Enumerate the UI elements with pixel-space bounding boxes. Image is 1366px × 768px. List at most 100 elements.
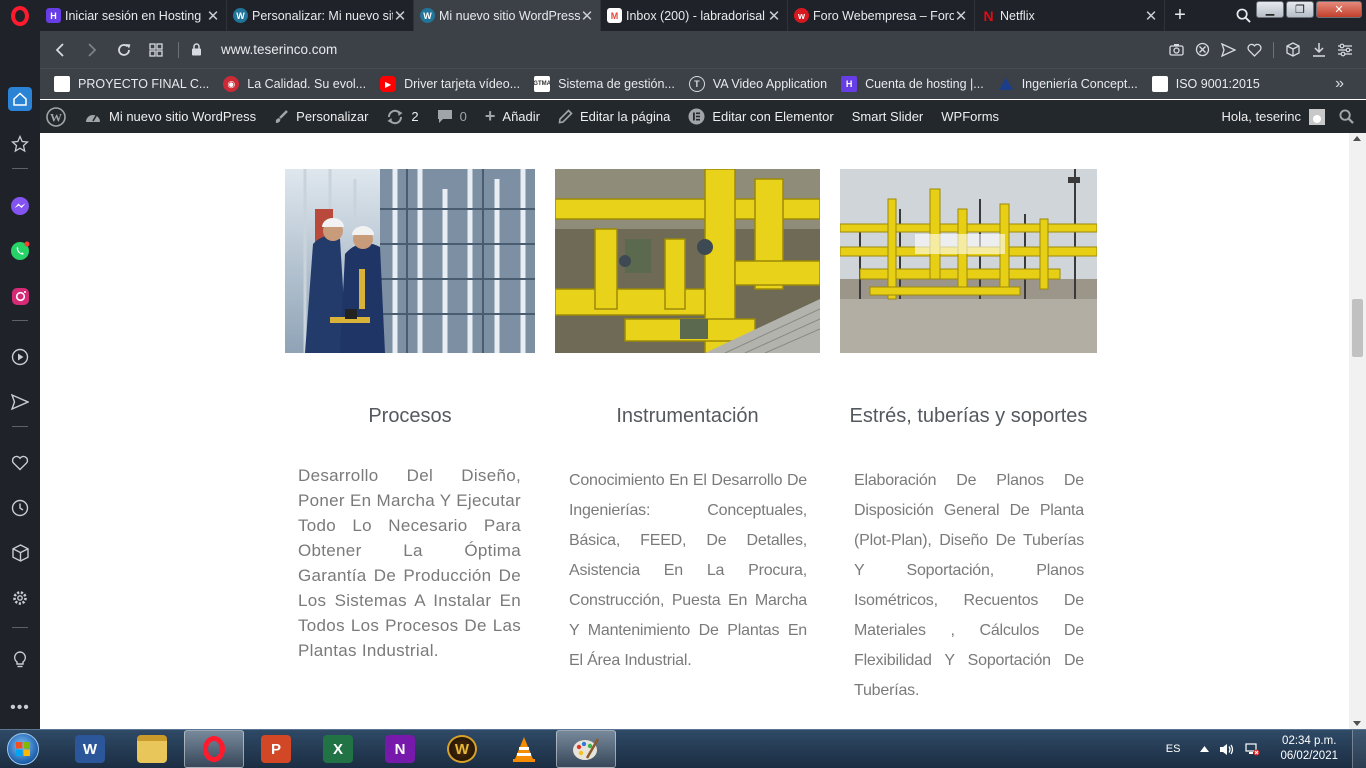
close-tab-icon[interactable]: ✕ bbox=[206, 7, 220, 25]
separator bbox=[12, 627, 28, 628]
history-clock-icon[interactable] bbox=[8, 496, 32, 520]
close-tab-icon[interactable]: ✕ bbox=[954, 7, 968, 25]
lock-icon[interactable] bbox=[189, 43, 203, 56]
customize-label: Personalizar bbox=[296, 109, 369, 124]
tab-mi-nuevo-sitio[interactable]: W Mi nuevo sitio WordPress ✕ bbox=[414, 0, 601, 31]
lightbulb-icon[interactable] bbox=[8, 648, 32, 672]
excel-icon[interactable]: X bbox=[308, 730, 368, 768]
snapshot-camera-icon[interactable] bbox=[1165, 39, 1187, 61]
bookmark-item[interactable]: GTMA Sistema de gestión... bbox=[533, 76, 675, 92]
bookmark-item[interactable]: ◉ La Calidad. Su evol... bbox=[223, 76, 366, 92]
paint-icon[interactable] bbox=[556, 730, 616, 768]
updates-icon bbox=[386, 109, 404, 125]
bookmarks-heart-icon[interactable] bbox=[8, 451, 32, 475]
wp-site-name[interactable]: Mi nuevo sitio WordPress bbox=[75, 100, 265, 133]
wp-updates[interactable]: 2 bbox=[377, 100, 427, 133]
tab-foro-webempresa[interactable]: w Foro Webempresa – Foro ✕ bbox=[788, 0, 975, 31]
start-button[interactable] bbox=[0, 730, 46, 768]
bookmark-item[interactable]: H Cuenta de hosting |... bbox=[841, 76, 984, 92]
home-icon[interactable] bbox=[8, 87, 32, 111]
bookmarks-more-button[interactable]: » bbox=[1335, 75, 1344, 93]
wp-smart-slider[interactable]: Smart Slider bbox=[843, 100, 933, 133]
wp-my-account[interactable]: Hola, teserinc bbox=[1213, 100, 1339, 133]
instagram-icon[interactable] bbox=[8, 284, 32, 308]
send-to-flow-icon[interactable] bbox=[1217, 39, 1239, 61]
reload-button[interactable] bbox=[108, 31, 140, 68]
messenger-icon[interactable] bbox=[8, 194, 32, 218]
show-desktop-button[interactable] bbox=[1352, 730, 1366, 768]
easy-setup-icon[interactable] bbox=[1334, 39, 1356, 61]
player-icon[interactable] bbox=[8, 345, 32, 369]
word-icon[interactable]: W bbox=[60, 730, 120, 768]
close-tab-icon[interactable]: ✕ bbox=[1144, 7, 1158, 25]
close-tab-icon[interactable]: ✕ bbox=[767, 7, 781, 25]
bookmark-heart-icon[interactable] bbox=[1243, 39, 1265, 61]
page-icon bbox=[54, 76, 70, 92]
scroll-up-arrow-icon[interactable] bbox=[1353, 136, 1361, 141]
wp-wpforms[interactable]: WPForms bbox=[932, 100, 1008, 133]
language-indicator[interactable]: ES bbox=[1166, 743, 1181, 755]
restore-button[interactable]: ❐ bbox=[1286, 1, 1314, 18]
file-explorer-icon[interactable] bbox=[122, 730, 182, 768]
close-window-button[interactable]: ✕ bbox=[1316, 1, 1362, 18]
wp-edit-elementor[interactable]: Editar con Elementor bbox=[679, 100, 842, 133]
scrollbar-thumb[interactable] bbox=[1352, 299, 1363, 357]
speed-dial-button[interactable] bbox=[140, 31, 172, 68]
wp-logo-menu[interactable]: W bbox=[40, 100, 75, 133]
extensions-cube-icon[interactable] bbox=[1282, 39, 1304, 61]
opera-menu-button[interactable] bbox=[0, 0, 40, 31]
tab-netflix[interactable]: N Netflix ✕ bbox=[975, 0, 1165, 31]
svg-text:W: W bbox=[50, 110, 62, 124]
bookmark-item[interactable]: ▶ Driver tarjeta vídeo... bbox=[380, 76, 520, 92]
page-icon bbox=[1151, 76, 1168, 92]
elementor-icon bbox=[688, 108, 705, 125]
wp-search[interactable] bbox=[1339, 100, 1366, 133]
tab-personalizar[interactable]: W Personalizar: Mi nuevo sitio ✕ bbox=[227, 0, 414, 31]
scroll-down-arrow-icon[interactable] bbox=[1353, 721, 1361, 726]
bookmarks-bar: PROYECTO FINAL C... ◉ La Calidad. Su evo… bbox=[40, 68, 1366, 99]
whatsapp-icon[interactable] bbox=[8, 239, 32, 263]
volume-icon[interactable] bbox=[1219, 743, 1234, 756]
tab-search-icon[interactable] bbox=[1230, 0, 1256, 31]
bookmark-label: Driver tarjeta vídeo... bbox=[404, 77, 521, 91]
extensions-cube-icon[interactable] bbox=[8, 541, 32, 565]
bookmark-item[interactable]: Ingeniería Concept... bbox=[998, 76, 1138, 92]
url-field[interactable]: www.teserinco.com bbox=[221, 42, 1165, 57]
dashboard-icon bbox=[84, 110, 102, 124]
onenote-icon[interactable]: N bbox=[370, 730, 430, 768]
minimize-button[interactable]: ▁ bbox=[1256, 1, 1284, 18]
wp-customize[interactable]: Personalizar bbox=[265, 100, 377, 133]
flow-send-icon[interactable] bbox=[8, 390, 32, 414]
downloads-icon[interactable] bbox=[1308, 39, 1330, 61]
separator bbox=[1273, 41, 1274, 58]
opera-icon[interactable] bbox=[184, 730, 244, 768]
bookmark-item[interactable]: T VA Video Application bbox=[688, 76, 827, 92]
triangle-icon bbox=[998, 76, 1014, 92]
tab-hostinger-login[interactable]: H Iniciar sesión en Hosting ✕ bbox=[40, 0, 227, 31]
ad-blocker-icon[interactable] bbox=[1191, 39, 1213, 61]
wp-edit-page[interactable]: Editar la página bbox=[549, 100, 679, 133]
star-icon[interactable] bbox=[8, 132, 32, 156]
site-icon: T bbox=[688, 76, 705, 92]
page-scrollbar[interactable] bbox=[1349, 133, 1366, 729]
tab-gmail-inbox[interactable]: M Inbox (200) - labradorisal ✕ bbox=[601, 0, 788, 31]
pencil-icon bbox=[558, 109, 573, 124]
more-options-icon[interactable]: ••• bbox=[8, 696, 32, 720]
bookmark-item[interactable]: ISO 9001:2015 bbox=[1151, 76, 1260, 92]
close-tab-icon[interactable]: ✕ bbox=[580, 7, 594, 25]
settings-gear-icon[interactable] bbox=[8, 586, 32, 610]
vlc-icon[interactable] bbox=[494, 730, 554, 768]
back-button[interactable] bbox=[44, 31, 76, 68]
clock[interactable]: 02:34 p.m. 06/02/2021 bbox=[1280, 734, 1338, 764]
close-tab-icon[interactable]: ✕ bbox=[393, 7, 407, 25]
wp-add-new[interactable]: + Añadir bbox=[476, 100, 549, 133]
bookmark-item[interactable]: PROYECTO FINAL C... bbox=[54, 76, 209, 92]
world-of-warcraft-icon[interactable]: W bbox=[432, 730, 492, 768]
network-icon[interactable] bbox=[1244, 742, 1260, 756]
powerpoint-icon[interactable]: P bbox=[246, 730, 306, 768]
wp-comments[interactable]: 0 bbox=[428, 100, 476, 133]
new-tab-button[interactable]: + bbox=[1165, 0, 1195, 31]
forward-button[interactable] bbox=[76, 31, 108, 68]
site-name-label: Mi nuevo sitio WordPress bbox=[109, 109, 257, 124]
show-hidden-icons[interactable] bbox=[1200, 746, 1210, 752]
